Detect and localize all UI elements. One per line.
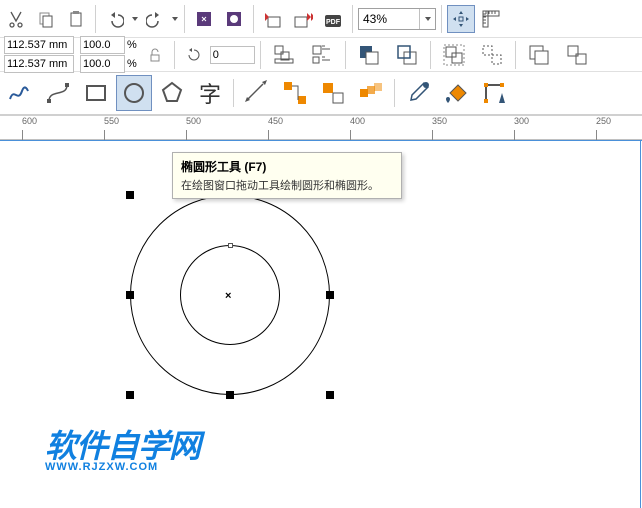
rotation-field[interactable] (210, 46, 255, 64)
guide-line (640, 140, 641, 508)
zoom-dropdown-icon[interactable] (419, 9, 435, 29)
ruler-tick: 600 (22, 116, 37, 126)
order-back-button[interactable] (389, 37, 425, 73)
selection-handle[interactable] (126, 291, 134, 299)
separator (174, 41, 175, 69)
tooltip: 椭圆形工具 (F7) 在绘图窗口拖动工具绘制圆形和椭圆形。 (172, 152, 402, 199)
selection-center-icon: × (225, 290, 231, 302)
rotate-icon (180, 41, 208, 69)
dimension-tool[interactable] (239, 75, 275, 111)
separator (441, 5, 442, 33)
size-fields (2, 36, 76, 73)
interactive-tool[interactable] (315, 75, 351, 111)
height-field[interactable] (4, 55, 74, 73)
selection-handle[interactable] (326, 291, 334, 299)
text-glyph: 字 (199, 77, 221, 109)
separator (253, 5, 254, 33)
ruler-tick: 350 (432, 116, 447, 126)
tooltip-title: 椭圆形工具 (F7) (181, 158, 393, 175)
effects-tool[interactable] (353, 75, 389, 111)
import-button[interactable] (259, 5, 287, 33)
redo-button[interactable] (141, 5, 169, 33)
selection-handle[interactable] (326, 391, 334, 399)
ungroup-button[interactable] (474, 37, 510, 73)
ellipse-tool[interactable] (116, 75, 152, 111)
redo-dropdown-icon[interactable] (171, 10, 179, 28)
ruler-tick: 550 (104, 116, 119, 126)
align-button[interactable] (266, 37, 302, 73)
tooltip-description: 在绘图窗口拖动工具绘制圆形和椭圆形。 (181, 177, 393, 193)
percent-label: % (127, 58, 137, 70)
selection-handle[interactable] (126, 191, 134, 199)
bezier-tool[interactable] (40, 75, 76, 111)
paste-button[interactable] (62, 5, 90, 33)
copy-button[interactable] (32, 5, 60, 33)
lock-ratio-button[interactable] (141, 41, 169, 69)
fill-tool[interactable] (438, 75, 474, 111)
separator (515, 41, 516, 69)
export-button[interactable] (289, 5, 317, 33)
zoom-combo[interactable] (358, 8, 436, 30)
scale-y-field[interactable] (80, 55, 125, 73)
selection-handle[interactable] (226, 391, 234, 399)
ruler-tick: 300 (514, 116, 529, 126)
ruler-tick: 500 (186, 116, 201, 126)
text-tool[interactable]: 字 (192, 75, 228, 111)
eyedropper-tool[interactable] (400, 75, 436, 111)
freehand-tool[interactable] (2, 75, 38, 111)
node-handle[interactable] (228, 243, 233, 248)
separator (260, 41, 261, 69)
separator (352, 5, 353, 33)
watermark: 软件自学网 WWW.RJZXW.COM (45, 421, 200, 473)
zoom-input[interactable] (359, 12, 419, 26)
undo-dropdown-icon[interactable] (131, 10, 139, 28)
undo-button[interactable] (101, 5, 129, 33)
pdf-export-button[interactable]: PDF (319, 5, 347, 33)
separator (345, 41, 346, 69)
scale-fields: % % (78, 36, 139, 73)
connector-tool[interactable] (277, 75, 313, 111)
pan-button[interactable] (447, 5, 475, 33)
polygon-tool[interactable] (154, 75, 190, 111)
ruler-tick: 400 (350, 116, 365, 126)
rulers-button[interactable] (477, 5, 505, 33)
percent-label: % (127, 39, 137, 51)
treat-as-button[interactable] (304, 37, 340, 73)
break-button[interactable] (559, 37, 595, 73)
scale-x-field[interactable] (80, 36, 125, 54)
separator (394, 79, 395, 107)
separator (184, 5, 185, 33)
combine-button[interactable] (521, 37, 557, 73)
outline-tool[interactable] (476, 75, 512, 111)
cut-button[interactable] (2, 5, 30, 33)
order-front-button[interactable] (351, 37, 387, 73)
separator (233, 79, 234, 107)
selection-handle[interactable] (126, 391, 134, 399)
guide-line (0, 140, 642, 141)
width-field[interactable] (4, 36, 74, 54)
horizontal-ruler: 600 550 500 450 400 350 300 250 (0, 116, 642, 140)
search-button[interactable] (190, 5, 218, 33)
rectangle-tool[interactable] (78, 75, 114, 111)
separator (95, 5, 96, 33)
app-launcher-button[interactable] (220, 5, 248, 33)
group-button[interactable] (436, 37, 472, 73)
ruler-tick: 250 (596, 116, 611, 126)
ruler-tick: 450 (268, 116, 283, 126)
separator (430, 41, 431, 69)
svg-text:PDF: PDF (326, 19, 341, 26)
